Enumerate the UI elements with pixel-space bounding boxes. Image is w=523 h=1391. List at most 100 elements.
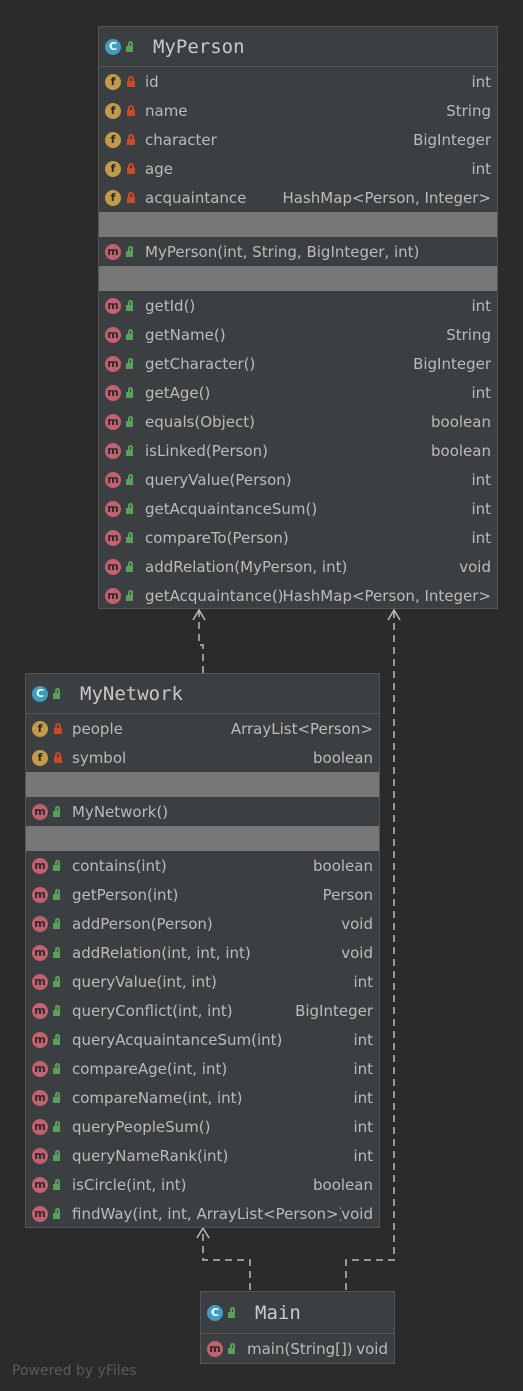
member-type: boolean (431, 412, 491, 431)
field-row[interactable]: f character BigInteger (99, 125, 497, 154)
method-row[interactable]: m contains(int) boolean (26, 851, 379, 880)
member-type: int (353, 1030, 373, 1049)
method-row[interactable]: m findWay(int, int, ArrayList<Person>) voi… (26, 1199, 379, 1228)
member-name: getPerson(int) (72, 885, 179, 904)
member-name: queryNameRank(int) (72, 1146, 229, 1165)
member-type: int (471, 159, 491, 178)
member-type: int (353, 1088, 373, 1107)
public-lock-icon (125, 299, 137, 312)
class-header: C Main (201, 1292, 394, 1334)
member-type: void (459, 557, 491, 576)
public-lock-icon (52, 946, 64, 959)
method-row[interactable]: m getName() String (99, 320, 497, 349)
method-row[interactable]: m getAcquaintance() HashMap<Person, Intege… (99, 581, 497, 610)
method-row[interactable]: m isLinked(Person) boolean (99, 436, 497, 465)
member-type: BigInteger (413, 130, 491, 149)
method-row[interactable]: m getAge() int (99, 378, 497, 407)
public-lock-icon (125, 357, 137, 370)
field-row[interactable]: f name String (99, 96, 497, 125)
member-name: queryAcquaintanceSum(int) (72, 1030, 283, 1049)
field-row[interactable]: f acquaintance HashMap<Person, Integer> (99, 183, 497, 212)
private-lock-icon (125, 75, 137, 88)
class-box-myperson[interactable]: C MyPerson f id int f name String f character Bi… (98, 26, 498, 609)
method-icon: m (105, 355, 121, 372)
edge-main-to-mynetwork (202, 1228, 251, 1290)
field-row[interactable]: f symbol boolean (26, 743, 379, 772)
member-type: int (353, 972, 373, 991)
public-lock-icon (227, 1342, 239, 1355)
method-row[interactable]: m queryPeopleSum() int (26, 1112, 379, 1141)
public-lock-icon (52, 975, 64, 988)
field-icon: f (105, 160, 121, 177)
member-type: int (471, 296, 491, 315)
class-title: Main (255, 1301, 301, 1324)
method-icon: m (105, 471, 121, 488)
public-lock-icon (52, 1120, 64, 1133)
private-lock-icon (52, 751, 64, 764)
method-icon: m (32, 1002, 48, 1019)
member-list: f id int f name String f character BigInteger f ag… (99, 67, 497, 610)
method-row[interactable]: m addPerson(Person) void (26, 909, 379, 938)
member-name: getCharacter() (145, 354, 256, 373)
class-box-mynetwork[interactable]: C MyNetwork f people ArrayList<Person> f sym… (25, 673, 380, 1228)
class-header: C MyPerson (99, 27, 497, 67)
member-type: String (446, 101, 491, 120)
method-row[interactable]: m queryConflict(int, int) BigInteger (26, 996, 379, 1025)
method-row[interactable]: m getAcquaintanceSum() int (99, 494, 497, 523)
method-icon: m (32, 973, 48, 990)
method-row[interactable]: m addRelation(int, int, int) void (26, 938, 379, 967)
member-name: getId() (145, 296, 196, 315)
method-row[interactable]: m getPerson(int) Person (26, 880, 379, 909)
member-name: name (145, 101, 188, 120)
method-row[interactable]: m compareName(int, int) int (26, 1083, 379, 1112)
class-icon: C (32, 685, 48, 702)
class-header: C MyNetwork (26, 674, 379, 714)
public-lock-icon (125, 560, 137, 573)
public-lock-icon (52, 1178, 64, 1191)
member-type: String (446, 325, 491, 344)
member-name: getAge() (145, 383, 211, 402)
method-row[interactable]: m equals(Object) boolean (99, 407, 497, 436)
field-icon: f (105, 73, 121, 90)
public-lock-icon (52, 1033, 64, 1046)
member-name: symbol (72, 748, 127, 767)
member-type: int (353, 1146, 373, 1165)
member-name: id (145, 72, 159, 91)
member-name: compareAge(int, int) (72, 1059, 228, 1078)
member-name: queryPeopleSum() (72, 1117, 211, 1136)
method-row[interactable]: m queryNameRank(int) int (26, 1141, 379, 1170)
field-row[interactable]: f age int (99, 154, 497, 183)
method-row[interactable]: m isCircle(int, int) boolean (26, 1170, 379, 1199)
method-row[interactable]: m queryAcquaintanceSum(int) int (26, 1025, 379, 1054)
field-row[interactable]: f id int (99, 67, 497, 96)
class-box-main[interactable]: C Main m main(String[]) void (200, 1291, 395, 1364)
method-row[interactable]: m queryValue(Person) int (99, 465, 497, 494)
method-row[interactable]: m compareAge(int, int) int (26, 1054, 379, 1083)
member-type: boolean (313, 1175, 373, 1194)
constructor-row[interactable]: m MyPerson(int, String, BigInteger, int) (99, 237, 497, 266)
method-icon: m (32, 1176, 48, 1193)
method-row[interactable]: m compareTo(Person) int (99, 523, 497, 552)
public-lock-icon (125, 502, 137, 515)
member-name: MyNetwork() (72, 802, 169, 821)
method-row[interactable]: m getId() int (99, 291, 497, 320)
public-lock-icon (125, 473, 137, 486)
method-row[interactable]: m main(String[]) void (201, 1334, 394, 1363)
edge-mynetwork-to-myperson (198, 610, 204, 673)
method-icon: m (32, 944, 48, 961)
member-type: void (356, 1339, 388, 1358)
method-row[interactable]: m queryValue(int, int) int (26, 967, 379, 996)
method-icon: m (105, 413, 121, 430)
member-list: f people ArrayList<Person> f symbol boolean m M… (26, 714, 379, 1228)
field-row[interactable]: f people ArrayList<Person> (26, 714, 379, 743)
section-separator (99, 212, 497, 237)
public-lock-icon (125, 40, 137, 53)
member-name: queryConflict(int, int) (72, 1001, 233, 1020)
method-icon: m (32, 886, 48, 903)
member-name: findWay(int, int, ArrayList<Person>) (72, 1204, 342, 1223)
method-row[interactable]: m getCharacter() BigInteger (99, 349, 497, 378)
member-name: getName() (145, 325, 226, 344)
constructor-row[interactable]: m MyNetwork() (26, 797, 379, 826)
method-row[interactable]: m addRelation(MyPerson, int) void (99, 552, 497, 581)
public-lock-icon (125, 589, 137, 602)
